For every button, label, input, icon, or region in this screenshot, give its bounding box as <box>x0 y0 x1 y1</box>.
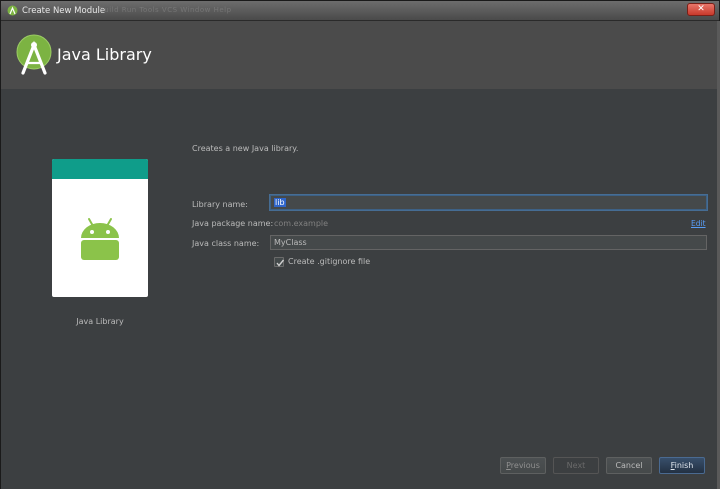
gitignore-checkbox[interactable] <box>274 257 285 267</box>
finish-button[interactable]: Finish <box>659 457 705 474</box>
checkmark-icon <box>276 259 285 267</box>
close-button[interactable]: ✕ <box>687 3 715 16</box>
create-module-dialog: Create New Module Build Run Tools VCS Wi… <box>0 0 720 489</box>
class-name-value: MyClass <box>274 238 307 247</box>
previous-button[interactable]: Previous <box>500 457 546 474</box>
package-name-label: Java package name: <box>192 219 274 228</box>
next-button[interactable]: Next <box>553 457 599 474</box>
wizard-header: Java Library <box>1 21 719 89</box>
android-robot-icon <box>81 218 119 260</box>
background-menu-bar: Build Run Tools VCS Window Help <box>99 6 232 14</box>
module-preview-card <box>52 159 148 297</box>
previous-label: revious <box>510 461 540 470</box>
preview-label: Java Library <box>76 317 124 326</box>
finish-label: inish <box>674 461 694 470</box>
library-name-value: lib <box>274 198 286 207</box>
gitignore-label[interactable]: Create .gitignore file <box>288 256 370 268</box>
library-name-label: Library name: <box>192 200 248 209</box>
title-bar[interactable]: Create New Module Build Run Tools VCS Wi… <box>1 1 719 21</box>
module-description: Creates a new Java library. <box>192 144 299 153</box>
android-studio-icon <box>7 5 18 16</box>
wizard-title: Java Library <box>57 45 152 64</box>
wizard-content: Java Library Creates a new Java library.… <box>1 89 719 489</box>
close-icon: ✕ <box>697 4 705 14</box>
window-title: Create New Module <box>22 6 106 16</box>
class-name-input[interactable]: MyClass <box>270 235 707 250</box>
edit-package-link[interactable]: Edit <box>691 217 706 231</box>
android-studio-logo <box>16 34 52 75</box>
preview-card-band <box>52 159 148 179</box>
library-name-input[interactable]: lib <box>270 195 707 210</box>
class-name-label: Java class name: <box>192 239 260 248</box>
package-name-value: com.example <box>274 219 329 228</box>
cancel-button[interactable]: Cancel <box>606 457 652 474</box>
